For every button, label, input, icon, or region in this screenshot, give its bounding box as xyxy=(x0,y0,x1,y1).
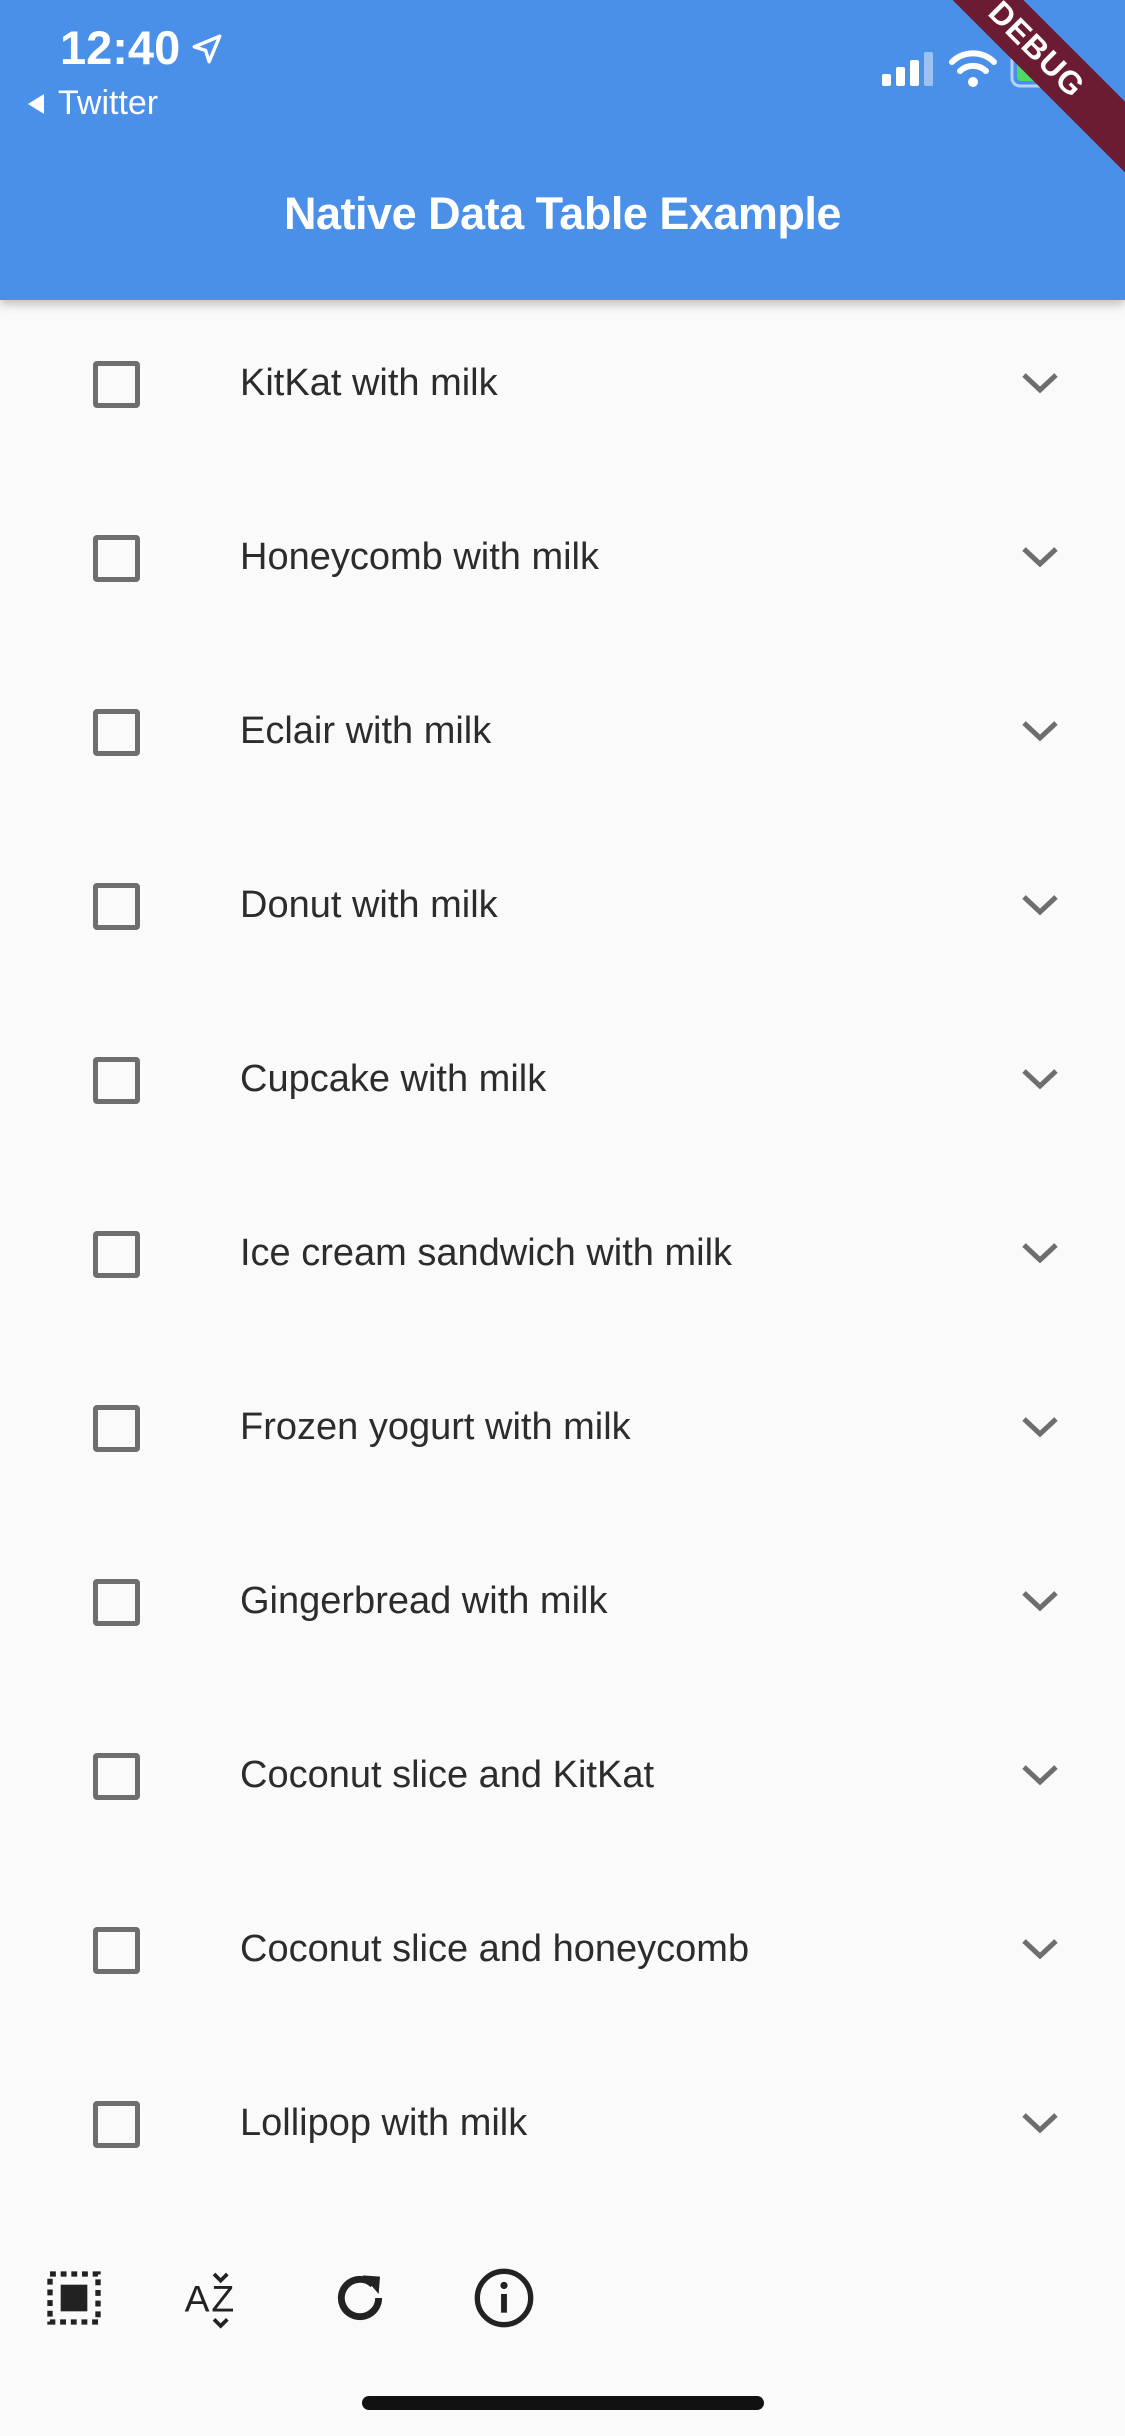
chevron-down-icon[interactable] xyxy=(1020,1238,1060,1268)
back-app-label: Twitter xyxy=(58,84,159,122)
app-bar: 12:40 Twitter Native Data Table Example xyxy=(0,0,1125,300)
row-label: Frozen yogurt with milk xyxy=(240,1406,631,1448)
row-label: Cupcake with milk xyxy=(240,1058,547,1100)
home-indicator[interactable] xyxy=(362,2396,764,2410)
wifi-icon xyxy=(949,50,997,87)
status-time: 12:40 xyxy=(60,21,181,74)
row-label: KitKat with milk xyxy=(240,362,498,404)
table-row[interactable]: Frozen yogurt with milk xyxy=(0,1344,1125,1518)
row-label: Honeycomb with milk xyxy=(240,536,599,578)
info-icon[interactable] xyxy=(472,2266,536,2330)
row-label: Coconut slice and honeycomb xyxy=(240,1928,750,1970)
row-checkbox[interactable] xyxy=(93,1231,140,1278)
location-arrow-icon xyxy=(192,34,222,64)
row-checkbox[interactable] xyxy=(93,1405,140,1452)
table-row[interactable]: Gingerbread with milk xyxy=(0,1518,1125,1692)
row-label: Eclair with milk xyxy=(240,710,492,752)
row-label: Ice cream sandwich with milk xyxy=(240,1232,733,1274)
table-row[interactable]: Honeycomb with milk xyxy=(0,474,1125,648)
chevron-down-icon[interactable] xyxy=(1020,542,1060,572)
row-label: Gingerbread with milk xyxy=(240,1580,608,1622)
chevron-down-icon[interactable] xyxy=(1020,890,1060,920)
chevron-down-icon[interactable] xyxy=(1020,2108,1060,2138)
sort-az-icon[interactable]: A Z xyxy=(182,2266,246,2330)
table-row[interactable]: Coconut slice and honeycomb xyxy=(0,1866,1125,2040)
refresh-icon[interactable] xyxy=(328,2266,392,2330)
back-arrow-icon xyxy=(28,93,44,114)
page-title: Native Data Table Example xyxy=(284,188,841,239)
chevron-down-icon[interactable] xyxy=(1020,1760,1060,1790)
row-checkbox[interactable] xyxy=(93,883,140,930)
table-row[interactable]: Donut with milk xyxy=(0,822,1125,996)
row-label: Coconut slice and KitKat xyxy=(240,1754,655,1796)
chevron-down-icon[interactable] xyxy=(1020,716,1060,746)
chevron-down-icon[interactable] xyxy=(1020,368,1060,398)
table-row[interactable]: Lollipop with milk xyxy=(0,2040,1125,2214)
chevron-down-icon[interactable] xyxy=(1020,1412,1060,1442)
row-label: Lollipop with milk xyxy=(240,2102,528,2144)
row-checkbox[interactable] xyxy=(93,1753,140,1800)
row-checkbox[interactable] xyxy=(93,535,140,582)
chevron-down-icon[interactable] xyxy=(1020,1586,1060,1616)
chevron-down-icon[interactable] xyxy=(1020,1934,1060,1964)
row-checkbox[interactable] xyxy=(93,2101,140,2148)
svg-text:A: A xyxy=(185,2277,210,2319)
signal-icon xyxy=(882,52,933,86)
table-row[interactable]: Coconut slice and KitKat xyxy=(0,1692,1125,1866)
table-row[interactable]: Cupcake with milk xyxy=(0,996,1125,1170)
chevron-down-icon[interactable] xyxy=(1020,1064,1060,1094)
table-row[interactable]: Eclair with milk xyxy=(0,648,1125,822)
row-checkbox[interactable] xyxy=(93,361,140,408)
row-checkbox[interactable] xyxy=(93,1579,140,1626)
select-all-icon[interactable] xyxy=(42,2266,106,2330)
row-checkbox[interactable] xyxy=(93,709,140,756)
row-checkbox[interactable] xyxy=(93,1057,140,1104)
back-to-app-link[interactable]: Twitter xyxy=(28,84,158,123)
svg-text:Z: Z xyxy=(211,2277,234,2319)
table-row[interactable]: KitKat with milk xyxy=(0,300,1125,474)
table-row[interactable]: Ice cream sandwich with milk xyxy=(0,1170,1125,1344)
row-checkbox[interactable] xyxy=(93,1927,140,1974)
row-label: Donut with milk xyxy=(240,884,498,926)
